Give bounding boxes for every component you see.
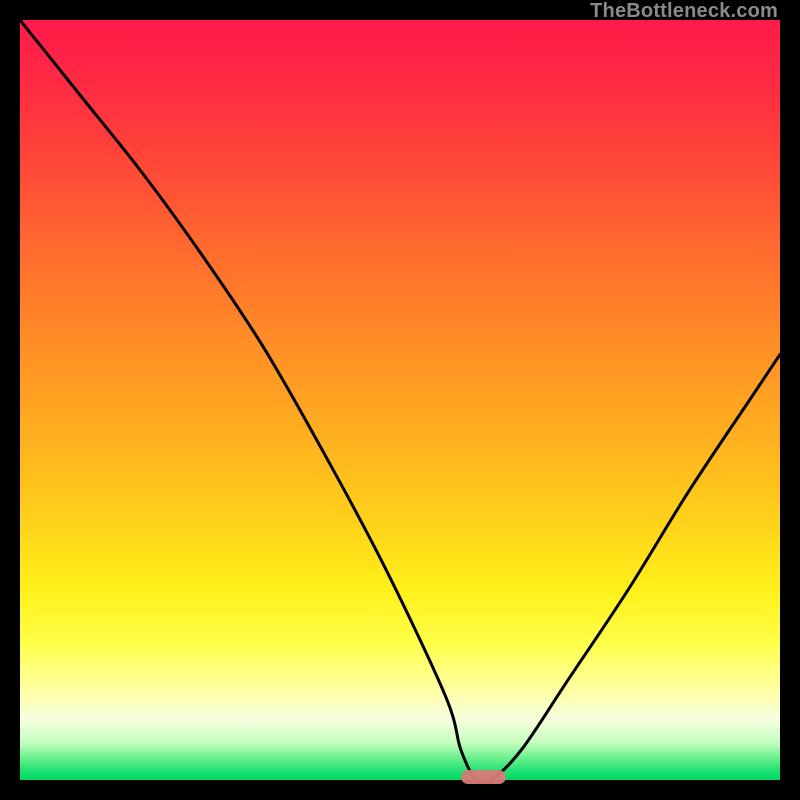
plot-area (20, 20, 780, 780)
bottleneck-curve (20, 20, 780, 780)
chart-frame: TheBottleneck.com (0, 0, 800, 800)
optimal-marker (461, 770, 507, 784)
